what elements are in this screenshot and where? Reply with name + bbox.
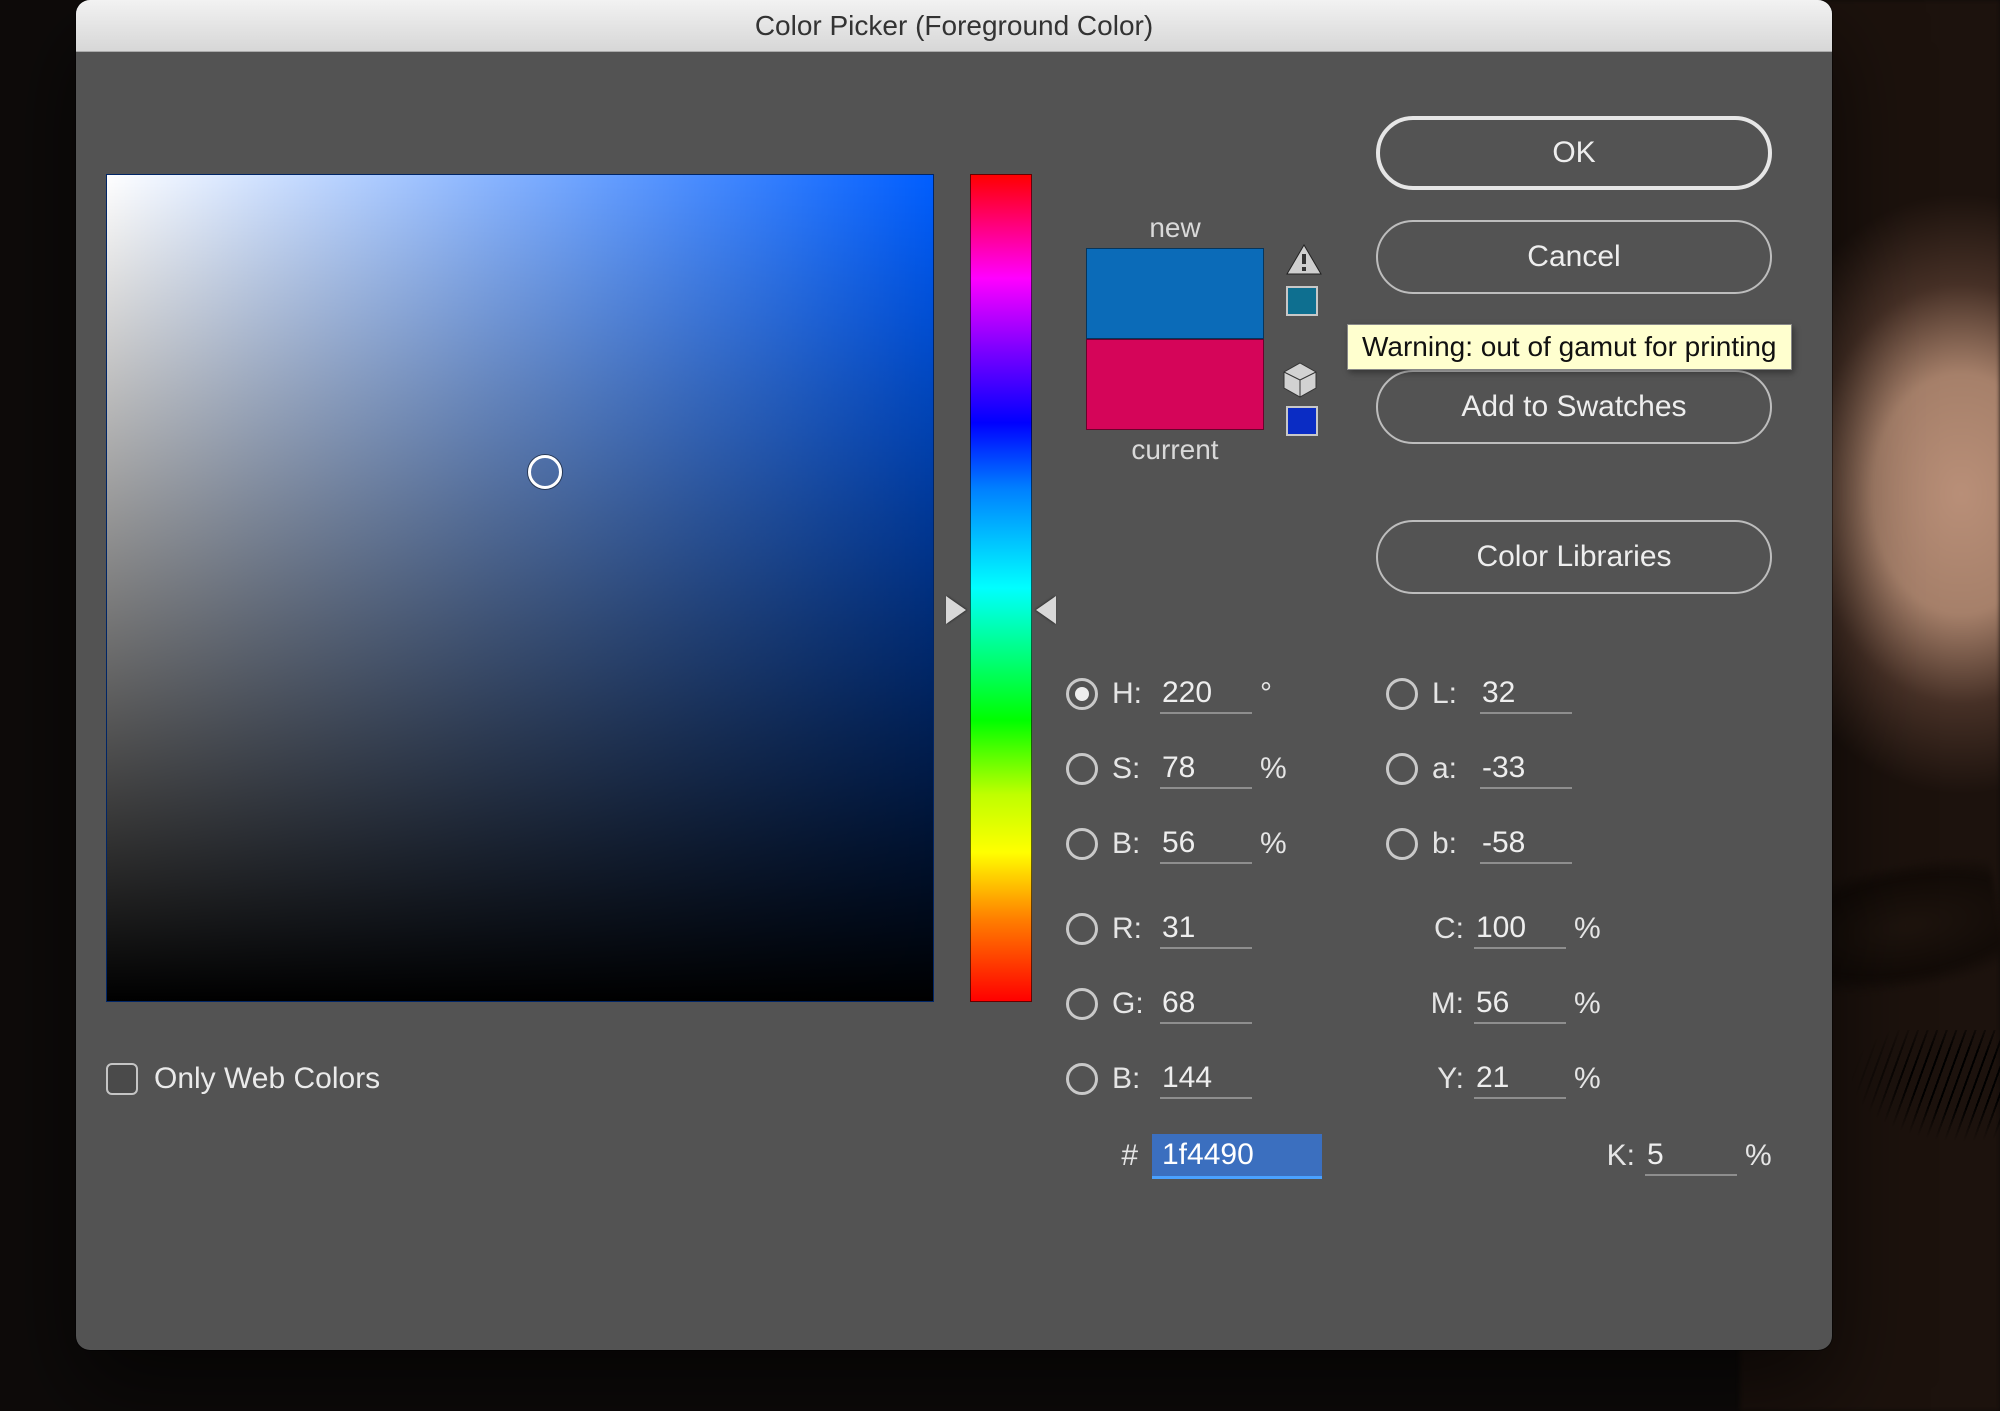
- radio-h[interactable]: [1066, 678, 1098, 710]
- input-bv[interactable]: [1160, 824, 1252, 864]
- not-web-safe-icon[interactable]: [1280, 360, 1320, 400]
- label-c: C:: [1418, 912, 1474, 946]
- input-g[interactable]: [1160, 984, 1252, 1024]
- unit-k: %: [1737, 1139, 1781, 1173]
- label-bv: B:: [1098, 827, 1160, 861]
- gamut-correction-swatch[interactable]: [1286, 286, 1318, 316]
- label-r: R:: [1098, 912, 1160, 946]
- current-color-swatch[interactable]: [1086, 339, 1264, 430]
- unit-bv: %: [1252, 827, 1296, 861]
- radio-a[interactable]: [1386, 753, 1418, 785]
- value-fields: H: ° L: S: % a:: [1066, 656, 1781, 1192]
- radio-g[interactable]: [1066, 988, 1098, 1020]
- input-l[interactable]: [1480, 674, 1572, 714]
- only-web-colors-label: Only Web Colors: [154, 1062, 380, 1096]
- input-bc[interactable]: [1160, 1059, 1252, 1099]
- input-a[interactable]: [1480, 749, 1572, 789]
- label-y: Y:: [1418, 1062, 1474, 1096]
- only-web-colors-option[interactable]: Only Web Colors: [106, 1062, 380, 1096]
- radio-bv[interactable]: [1066, 828, 1098, 860]
- input-m[interactable]: [1474, 984, 1566, 1024]
- input-r[interactable]: [1160, 909, 1252, 949]
- input-y[interactable]: [1474, 1059, 1566, 1099]
- add-to-swatches-button[interactable]: Add to Swatches: [1376, 370, 1772, 444]
- current-color-label: current: [1086, 434, 1264, 466]
- unit-s: %: [1252, 752, 1296, 786]
- radio-b[interactable]: [1386, 828, 1418, 860]
- label-l: L:: [1418, 677, 1480, 711]
- gamut-warning-icon[interactable]: [1286, 244, 1322, 280]
- dialog-titlebar[interactable]: Color Picker (Foreground Color): [76, 0, 1832, 52]
- label-g: G:: [1098, 987, 1160, 1021]
- new-color-swatch[interactable]: [1086, 248, 1264, 339]
- input-hex[interactable]: [1152, 1134, 1322, 1179]
- color-libraries-button[interactable]: Color Libraries: [1376, 520, 1772, 594]
- input-b[interactable]: [1480, 824, 1572, 864]
- radio-r[interactable]: [1066, 913, 1098, 945]
- unit-c: %: [1566, 912, 1610, 946]
- gamut-warning-tooltip: Warning: out of gamut for printing: [1347, 324, 1792, 370]
- cancel-button[interactable]: Cancel: [1376, 220, 1772, 294]
- unit-y: %: [1566, 1062, 1610, 1096]
- saturation-brightness-field[interactable]: [106, 174, 934, 1002]
- only-web-colors-checkbox[interactable]: [106, 1063, 138, 1095]
- unit-h: °: [1252, 677, 1296, 711]
- label-b: b:: [1418, 827, 1480, 861]
- hue-slider[interactable]: [970, 174, 1032, 1002]
- input-k[interactable]: [1645, 1136, 1737, 1176]
- label-k: K:: [1589, 1139, 1645, 1173]
- label-a: a:: [1418, 752, 1480, 786]
- sb-marker[interactable]: [528, 455, 562, 489]
- hue-arrow-left-icon[interactable]: [946, 596, 966, 624]
- label-h: H:: [1098, 677, 1160, 711]
- unit-m: %: [1566, 987, 1610, 1021]
- color-swatch-stack: new current: [1086, 212, 1264, 470]
- color-picker-dialog: Color Picker (Foreground Color) new curr…: [76, 0, 1832, 1350]
- web-safe-correction-swatch[interactable]: [1286, 406, 1318, 436]
- dialog-title: Color Picker (Foreground Color): [755, 10, 1153, 42]
- new-color-label: new: [1086, 212, 1264, 244]
- label-s: S:: [1098, 752, 1160, 786]
- background-photo-lashes: [1820, 1030, 2000, 1150]
- radio-s[interactable]: [1066, 753, 1098, 785]
- hue-arrow-right-icon[interactable]: [1036, 596, 1056, 624]
- radio-l[interactable]: [1386, 678, 1418, 710]
- dialog-body: new current Warning: out of gamu: [76, 52, 1832, 1350]
- input-s[interactable]: [1160, 749, 1252, 789]
- radio-bc[interactable]: [1066, 1063, 1098, 1095]
- input-h[interactable]: [1160, 674, 1252, 714]
- sb-black-gradient: [107, 175, 933, 1001]
- hex-hash: #: [1098, 1139, 1152, 1173]
- label-m: M:: [1418, 987, 1474, 1021]
- ok-button[interactable]: OK: [1376, 116, 1772, 190]
- input-c[interactable]: [1474, 909, 1566, 949]
- label-bc: B:: [1098, 1062, 1160, 1096]
